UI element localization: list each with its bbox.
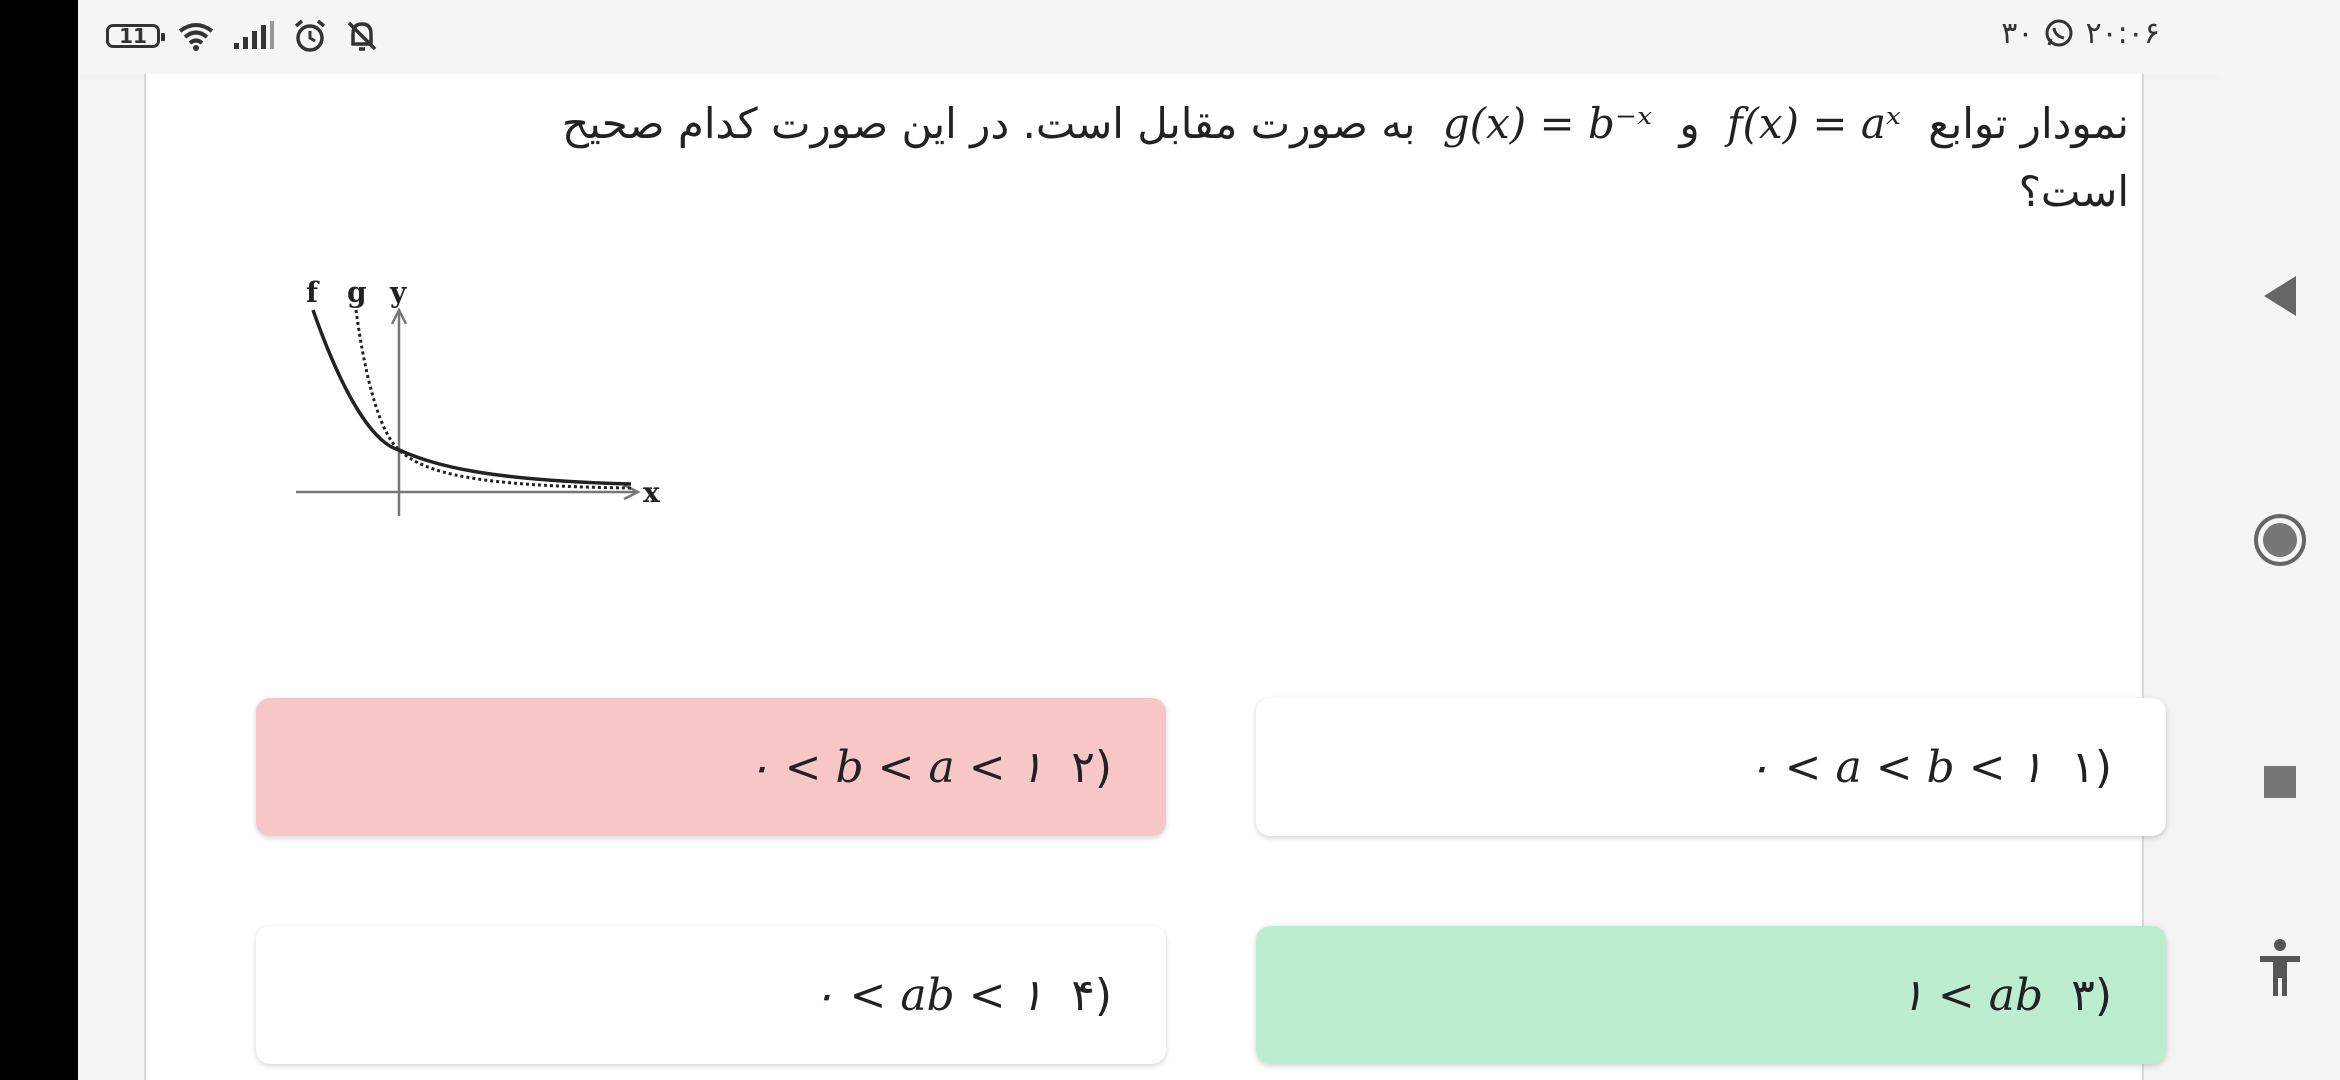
status-clock: ۲۰:۰۶	[2085, 16, 2160, 51]
y-label: y	[389, 276, 407, 309]
recents-button[interactable]	[2250, 752, 2310, 812]
option-1-number: (۱	[2071, 741, 2112, 793]
option-3-expression: ۱ < ab	[1900, 969, 2044, 1021]
option-2-expression: ۰ < b < a < ۱	[747, 741, 1044, 793]
status-extra-text: ۳۰	[2001, 16, 2034, 51]
status-bar: 11 ۳۰ ۲۰:۰۶	[78, 0, 2220, 74]
status-time-area: ۳۰ ۲۰:۰۶	[2001, 16, 2160, 51]
option-4[interactable]: (۴ ۰ < ab < ۱	[256, 926, 1166, 1064]
option-4-expression: ۰ < ab < ۱	[811, 969, 1044, 1021]
accessibility-button[interactable]	[2250, 938, 2310, 998]
back-icon	[2264, 276, 2296, 316]
accessibility-icon	[2260, 939, 2300, 996]
f-expression: f(x) = aˣ	[1727, 99, 1901, 148]
g-expression: g(x) = b⁻ˣ	[1442, 99, 1652, 148]
question-card: نمودار توابع f(x) = aˣ و g(x) = b⁻ˣ به ص…	[144, 74, 2166, 1080]
home-icon	[2254, 514, 2306, 566]
navigation-bar	[2220, 0, 2340, 1080]
option-1-expression: ۰ < a < b < ۱	[1747, 741, 2044, 793]
option-3-number: (۳	[2071, 969, 2112, 1021]
recents-icon	[2264, 766, 2296, 798]
g-curve	[354, 309, 632, 490]
alarm-icon	[294, 19, 326, 52]
option-2-number: (۲	[1071, 741, 1112, 793]
f-label: f	[306, 276, 320, 309]
option-3[interactable]: (۳ ۱ < ab	[1256, 926, 2166, 1064]
app-screen: 11 ۳۰ ۲۰:۰۶ نمودار توابع f(x) = aˣ و g(x…	[78, 0, 2220, 1080]
battery-icon: 11	[106, 24, 165, 48]
signal-icon	[234, 21, 274, 49]
option-1[interactable]: (۱ ۰ < a < b < ۱	[1256, 698, 2166, 836]
status-icons: 11	[106, 18, 380, 54]
bell-off-icon	[347, 21, 377, 51]
home-button[interactable]	[2250, 510, 2310, 570]
function-graph: f g y x	[296, 276, 660, 516]
x-label: x	[643, 476, 660, 509]
question-and: و	[1679, 99, 1700, 148]
back-button[interactable]	[2250, 266, 2310, 326]
option-2[interactable]: (۲ ۰ < b < a < ۱	[256, 698, 1166, 836]
option-4-number: (۴	[1071, 969, 1112, 1021]
question-prefix: نمودار توابع	[1928, 99, 2129, 148]
wifi-icon	[178, 23, 214, 51]
g-label: g	[347, 276, 367, 309]
whatsapp-icon	[2045, 19, 2073, 46]
